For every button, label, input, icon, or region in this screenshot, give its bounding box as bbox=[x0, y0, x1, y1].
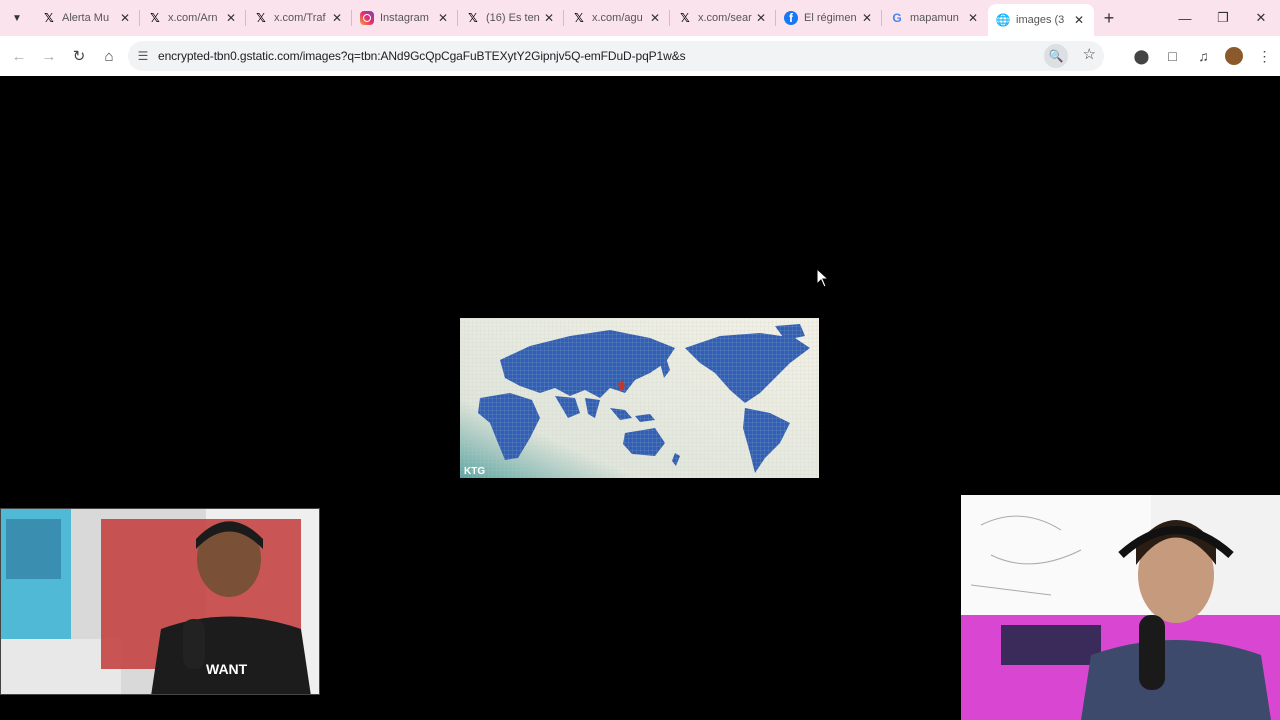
tab-title: images (3 bbox=[1016, 14, 1065, 26]
tab-6[interactable]: 𝕏 x.com/sear ✕ bbox=[670, 0, 776, 36]
profile-avatar[interactable] bbox=[1225, 47, 1243, 65]
world-map-svg: KTG bbox=[460, 318, 819, 478]
tab-search-button[interactable]: ▼ bbox=[0, 0, 34, 36]
toolbar-actions: ⬤ □ ♫ ⋮ bbox=[1126, 36, 1280, 76]
facebook-icon: f bbox=[784, 11, 798, 25]
tab-title: mapamun bbox=[910, 12, 959, 24]
webcam-right bbox=[961, 495, 1280, 720]
plus-icon: + bbox=[1103, 7, 1115, 28]
world-map-image: KTG bbox=[460, 318, 819, 478]
tab-0[interactable]: 𝕏 Alerta Mu ✕ bbox=[34, 0, 140, 36]
close-icon[interactable]: ✕ bbox=[118, 11, 132, 25]
restore-button[interactable]: ❐ bbox=[1204, 0, 1242, 36]
mouse-cursor bbox=[816, 267, 830, 293]
x-logo-icon: 𝕏 bbox=[680, 11, 690, 25]
tab-strip: ▼ 𝕏 Alerta Mu ✕ 𝕏 x.com/Arn ✕ 𝕏 x.com/Tr… bbox=[0, 0, 1280, 36]
arrow-right-icon: → bbox=[41, 47, 57, 65]
tab-9[interactable]: 🌐 images (3 ✕ bbox=[988, 4, 1094, 36]
minimize-button[interactable]: — bbox=[1166, 0, 1204, 36]
image-watermark: KTG bbox=[464, 466, 485, 477]
arrow-left-icon: ← bbox=[11, 47, 27, 65]
close-icon[interactable]: ✕ bbox=[436, 11, 450, 25]
close-icon[interactable]: ✕ bbox=[542, 11, 556, 25]
more-menu-icon[interactable]: ⋮ bbox=[1249, 48, 1280, 65]
close-icon[interactable]: ✕ bbox=[1072, 13, 1086, 27]
globe-icon: 🌐 bbox=[995, 13, 1011, 27]
close-icon[interactable]: ✕ bbox=[754, 11, 768, 25]
instagram-icon bbox=[360, 11, 374, 25]
close-window-button[interactable]: ✕ bbox=[1242, 0, 1280, 36]
webcam-left: WANT bbox=[0, 508, 320, 695]
tab-title: x.com/sear bbox=[698, 12, 752, 24]
address-bar[interactable]: ☰ encrypted-tbn0.gstatic.com/images?q=tb… bbox=[128, 41, 1104, 71]
x-logo-icon: 𝕏 bbox=[468, 11, 478, 25]
window-controls: — ❐ ✕ bbox=[1166, 0, 1280, 36]
close-icon[interactable]: ✕ bbox=[224, 11, 238, 25]
x-logo-icon: 𝕏 bbox=[44, 11, 54, 25]
forward-button[interactable]: → bbox=[34, 41, 64, 71]
tab-4[interactable]: 𝕏 (16) Es ten ✕ bbox=[458, 0, 564, 36]
tab-title: x.com/agu bbox=[592, 12, 643, 24]
url-text[interactable]: encrypted-tbn0.gstatic.com/images?q=tbn:… bbox=[158, 49, 686, 63]
reload-icon: ↻ bbox=[72, 48, 86, 65]
tab-title: El régimen bbox=[804, 12, 857, 24]
x-logo-icon: 𝕏 bbox=[150, 11, 160, 25]
tab-title: Alerta Mu bbox=[62, 12, 110, 24]
extensions-puzzle-icon[interactable]: □ bbox=[1157, 48, 1188, 64]
reload-button[interactable]: ↻ bbox=[64, 41, 94, 71]
google-icon: G bbox=[892, 11, 902, 25]
browser-toolbar: ← → ↻ ⌂ ☰ encrypted-tbn0.gstatic.com/ima… bbox=[0, 36, 1280, 76]
close-icon[interactable]: ✕ bbox=[966, 11, 980, 25]
bookmark-star-icon[interactable]: ☆ bbox=[1083, 45, 1096, 63]
tab-2[interactable]: 𝕏 x.com/Traf ✕ bbox=[246, 0, 352, 36]
tab-title: Instagram bbox=[380, 12, 429, 24]
tab-7[interactable]: f El régimen ✕ bbox=[776, 0, 882, 36]
extension-shield-icon[interactable]: ⬤ bbox=[1126, 48, 1157, 65]
home-icon: ⌂ bbox=[104, 47, 114, 65]
close-icon[interactable]: ✕ bbox=[648, 11, 662, 25]
tab-1[interactable]: 𝕏 x.com/Arn ✕ bbox=[140, 0, 246, 36]
x-logo-icon: 𝕏 bbox=[574, 11, 584, 25]
close-icon[interactable]: ✕ bbox=[330, 11, 344, 25]
new-tab-button[interactable]: + bbox=[1094, 8, 1124, 29]
home-button[interactable]: ⌂ bbox=[94, 41, 124, 71]
media-controls-icon[interactable]: ♫ bbox=[1188, 48, 1219, 64]
tab-title: x.com/Arn bbox=[168, 12, 218, 24]
x-logo-icon: 𝕏 bbox=[256, 11, 266, 25]
zoom-icon[interactable]: 🔍 bbox=[1044, 44, 1068, 68]
tab-8[interactable]: G mapamun ✕ bbox=[882, 0, 988, 36]
tab-5[interactable]: 𝕏 x.com/agu ✕ bbox=[564, 0, 670, 36]
tab-title: (16) Es ten bbox=[486, 12, 540, 24]
close-icon[interactable]: ✕ bbox=[860, 11, 874, 25]
tab-3[interactable]: Instagram ✕ bbox=[352, 0, 458, 36]
svg-text:WANT: WANT bbox=[206, 661, 248, 677]
back-button[interactable]: ← bbox=[4, 41, 34, 71]
tab-title: x.com/Traf bbox=[274, 12, 326, 24]
chevron-down-icon: ▼ bbox=[12, 12, 22, 24]
site-info-icon[interactable]: ☰ bbox=[128, 49, 158, 63]
